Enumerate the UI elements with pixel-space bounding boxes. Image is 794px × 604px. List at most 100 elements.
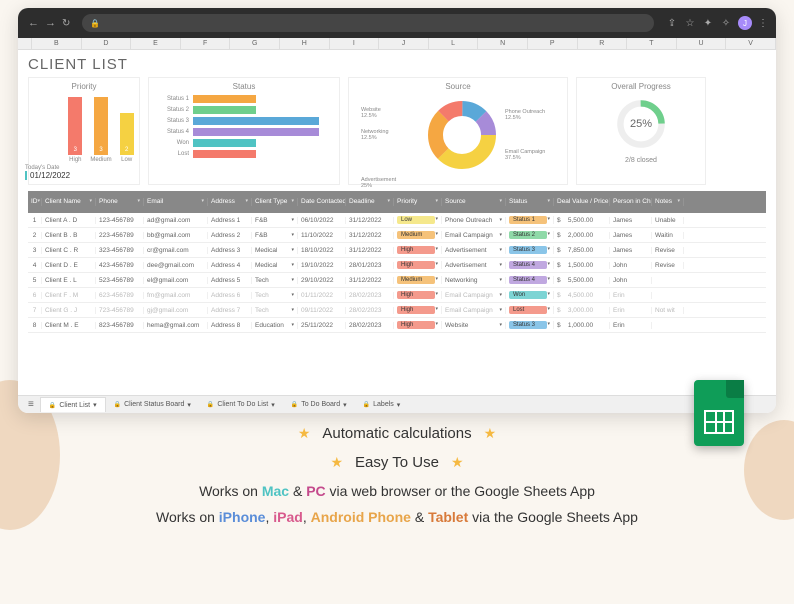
chevron-down-icon[interactable]: ▾ [291,322,294,328]
chevron-down-icon[interactable]: ▾ [435,246,438,252]
chevron-down-icon[interactable]: ▾ [499,247,502,253]
chevron-down-icon[interactable]: ▾ [435,276,438,282]
chevron-down-icon[interactable]: ▾ [291,277,294,283]
chevron-down-icon[interactable]: ▾ [435,231,438,237]
sheet-tab[interactable]: 🔒To Do Board ▾ [283,397,355,412]
chevron-down-icon[interactable]: ▾ [499,277,502,283]
status-pill[interactable]: Lost [509,306,547,314]
table-header-cell[interactable]: Deal Value / Price Value▾ [554,198,610,205]
chevron-down-icon[interactable]: ▾ [397,401,401,409]
table-row[interactable]: 4 Client D . E 423-456789 dee@gmail.com … [28,258,766,273]
chevron-down-icon[interactable]: ▾ [547,321,550,327]
reload-icon[interactable]: ↻ [62,18,70,29]
table-row[interactable]: 1 Client A . D 123-456789 ad@gmail.com A… [28,213,766,228]
chevron-down-icon[interactable]: ▾ [291,217,294,223]
chevron-down-icon[interactable]: ▾ [291,307,294,313]
chevron-down-icon[interactable]: ▾ [435,321,438,327]
sort-icon[interactable]: ▾ [547,199,550,205]
status-pill[interactable]: Won [509,291,547,299]
chevron-down-icon[interactable]: ▾ [547,306,550,312]
table-header-cell[interactable]: Phone▾ [96,198,144,205]
status-pill[interactable]: Status 1 [509,216,547,224]
chevron-down-icon[interactable]: ▾ [271,401,275,409]
table-header-cell[interactable]: Client Type▾ [252,198,298,205]
priority-pill[interactable]: High [397,261,435,269]
chevron-down-icon[interactable]: ▾ [291,292,294,298]
table-row[interactable]: 8 Client M . E 823-456789 hema@gmail.com… [28,318,766,333]
url-bar[interactable]: 🔒 [82,14,654,32]
star-icon[interactable]: ☆ [684,17,696,29]
status-pill[interactable]: Status 4 [509,276,547,284]
table-header-cell[interactable]: Notes▾ [652,198,684,205]
table-row[interactable]: 6 Client F . M 623-456789 fm@gmail.com A… [28,288,766,303]
avatar[interactable]: J [738,16,752,30]
sheet-tab[interactable]: 🔒Client To Do List ▾ [199,397,283,412]
back-icon[interactable]: ← [28,17,39,29]
table-header-cell[interactable]: Address▾ [208,198,252,205]
share-icon[interactable]: ⇪ [666,17,678,29]
table-row[interactable]: 5 Client E . L 523-456789 el@gmail.com A… [28,273,766,288]
priority-pill[interactable]: High [397,321,435,329]
sort-icon[interactable]: ▾ [137,199,140,205]
table-header-cell[interactable]: Deadline▾ [346,198,394,205]
table-header-cell[interactable]: Priority▾ [394,198,442,205]
table-header-cell[interactable]: Email▾ [144,198,208,205]
priority-pill[interactable]: Low [397,216,435,224]
chevron-down-icon[interactable]: ▾ [291,247,294,253]
chevron-down-icon[interactable]: ▾ [435,261,438,267]
table-header-cell[interactable]: Source▾ [442,198,506,205]
priority-pill[interactable]: High [397,306,435,314]
chevron-down-icon[interactable]: ▾ [343,401,347,409]
table-row[interactable]: 7 Client G . J 723-456789 gj@gmail.com A… [28,303,766,318]
status-pill[interactable]: Status 2 [509,231,547,239]
sort-icon[interactable]: ▾ [89,199,92,205]
sheet-tab[interactable]: 🔒Client List ▾ [40,397,106,412]
chevron-down-icon[interactable]: ▾ [435,306,438,312]
chevron-down-icon[interactable]: ▾ [93,401,97,409]
table-header-cell[interactable]: Status▾ [506,198,554,205]
chevron-down-icon[interactable]: ▾ [547,246,550,252]
sort-icon[interactable]: ▾ [499,199,502,205]
table-row[interactable]: 3 Client C . R 323-456789 cr@gmail.com A… [28,243,766,258]
date-value[interactable]: 01/12/2022 [25,171,70,180]
priority-pill[interactable]: High [397,246,435,254]
table-header-cell[interactable]: Person in Charge▾ [610,198,652,205]
chevron-down-icon[interactable]: ▾ [547,291,550,297]
chevron-down-icon[interactable]: ▾ [499,217,502,223]
chevron-down-icon[interactable]: ▾ [499,292,502,298]
sort-icon[interactable]: ▾ [201,199,204,205]
sort-icon[interactable]: ▾ [435,199,438,205]
sheets-menu-icon[interactable]: ≡ [24,399,38,410]
sort-icon[interactable]: ▾ [677,199,680,205]
sort-icon[interactable]: ▾ [38,199,41,205]
status-pill[interactable]: Status 3 [509,321,547,329]
chevron-down-icon[interactable]: ▾ [547,216,550,222]
priority-pill[interactable]: High [397,291,435,299]
chevron-down-icon[interactable]: ▾ [499,232,502,238]
status-pill[interactable]: Status 3 [509,246,547,254]
puzzle-icon[interactable]: ✧ [720,17,732,29]
table-header-cell[interactable]: ID▾ [28,198,42,205]
sort-icon[interactable]: ▾ [245,199,248,205]
chevron-down-icon[interactable]: ▾ [435,216,438,222]
forward-icon[interactable]: → [45,17,56,29]
table-row[interactable]: 2 Client B . B 223-456789 bb@gmail.com A… [28,228,766,243]
chevron-down-icon[interactable]: ▾ [499,322,502,328]
table-header-cell[interactable]: Date Contacted▾ [298,198,346,205]
sort-icon[interactable]: ▾ [387,199,390,205]
chevron-down-icon[interactable]: ▾ [499,307,502,313]
chevron-down-icon[interactable]: ▾ [291,262,294,268]
table-header-cell[interactable]: Client Name▾ [42,198,96,205]
chevron-down-icon[interactable]: ▾ [187,401,191,409]
menu-dots-icon[interactable]: ⋮ [758,18,766,29]
sort-icon[interactable]: ▾ [291,199,294,205]
priority-pill[interactable]: Medium [397,276,435,284]
chevron-down-icon[interactable]: ▾ [499,262,502,268]
chevron-down-icon[interactable]: ▾ [547,261,550,267]
sheet-tab[interactable]: 🔒Client Status Board ▾ [106,397,199,412]
sheet-tab[interactable]: 🔒Labels ▾ [355,397,409,412]
chevron-down-icon[interactable]: ▾ [547,276,550,282]
extension-icon[interactable]: ✦ [702,17,714,29]
chevron-down-icon[interactable]: ▾ [291,232,294,238]
priority-pill[interactable]: Medium [397,231,435,239]
